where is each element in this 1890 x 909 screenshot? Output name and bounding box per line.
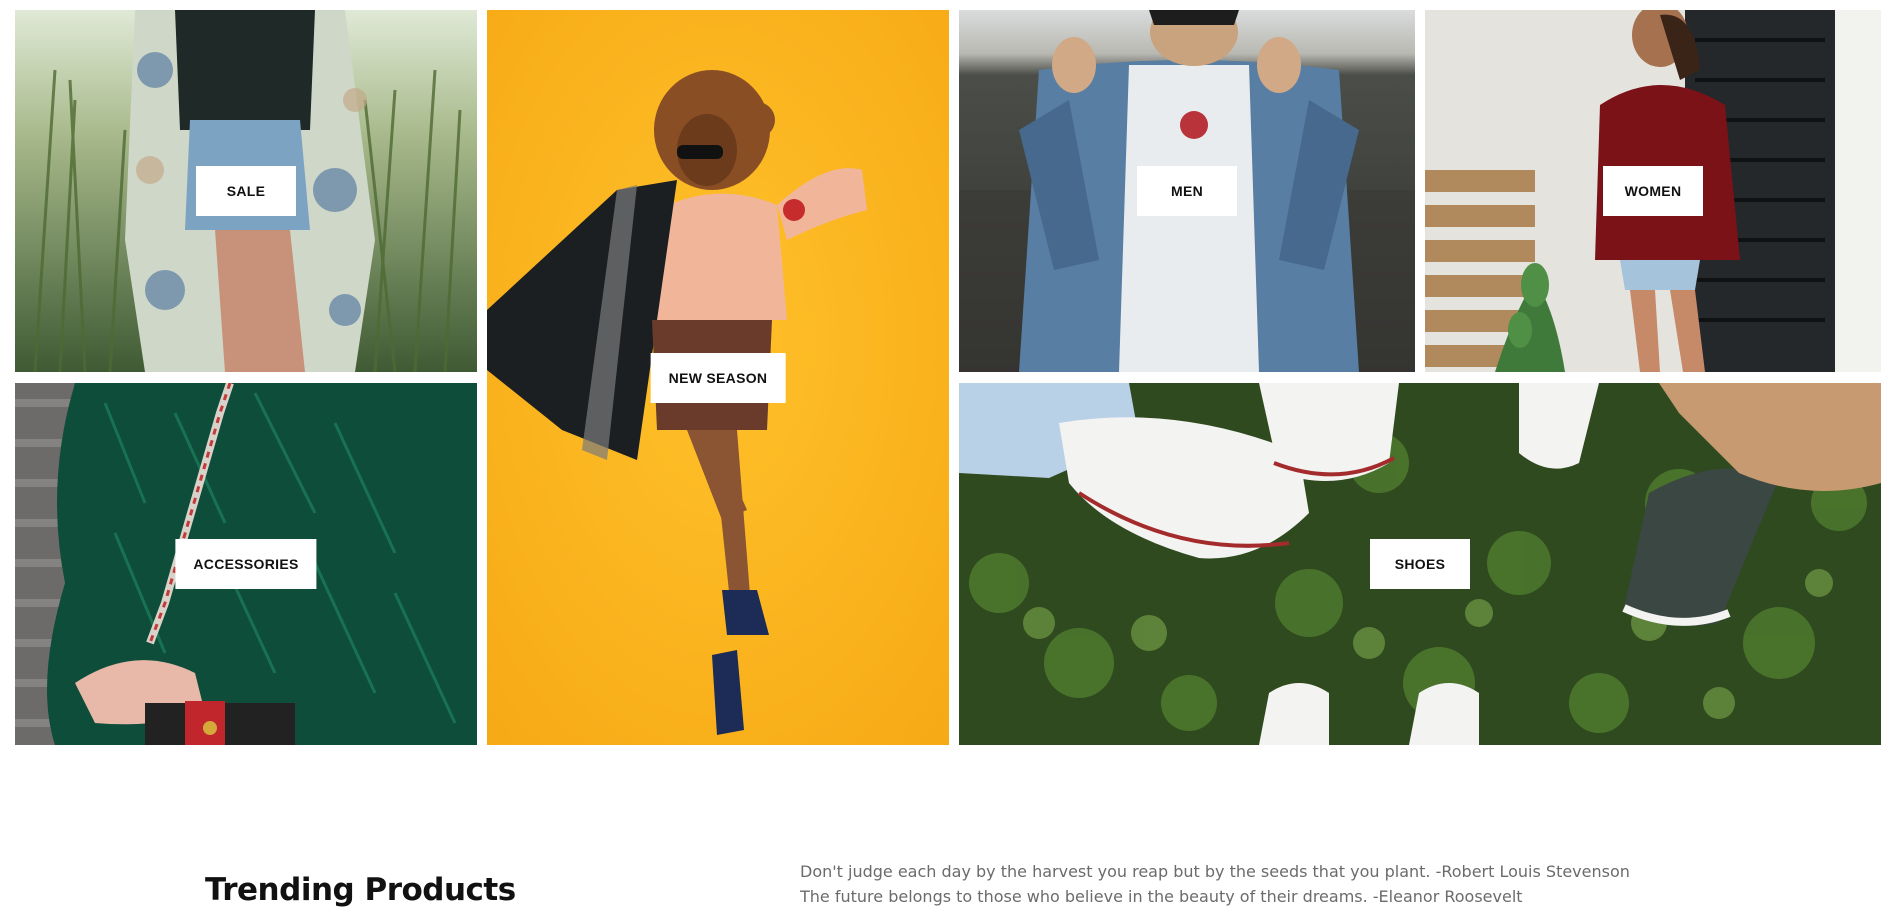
category-label-sale[interactable]: SALE xyxy=(196,166,296,216)
category-label-accessories[interactable]: ACCESSORIES xyxy=(175,539,317,589)
category-tile-sale[interactable]: SALE xyxy=(15,10,477,372)
trending-quotes: Don't judge each day by the harvest you … xyxy=(800,859,1630,909)
category-tile-women[interactable]: WOMEN xyxy=(1425,10,1881,372)
category-tile-men[interactable]: MEN xyxy=(959,10,1415,372)
category-tile-accessories[interactable]: ACCESSORIES xyxy=(15,383,477,745)
quote-line: Don't judge each day by the harvest you … xyxy=(800,862,1630,881)
quote-line: The future belongs to those who believe … xyxy=(800,887,1523,906)
category-label-shoes[interactable]: SHOES xyxy=(1370,539,1470,589)
section-title-trending-products: Trending Products xyxy=(205,872,516,908)
category-tile-new-season[interactable]: NEW SEASON xyxy=(487,10,949,745)
category-label-new-season[interactable]: NEW SEASON xyxy=(650,352,786,403)
category-label-men[interactable]: MEN xyxy=(1137,166,1237,216)
category-label-women[interactable]: WOMEN xyxy=(1603,166,1703,216)
category-tile-shoes[interactable]: SHOES xyxy=(959,383,1881,745)
